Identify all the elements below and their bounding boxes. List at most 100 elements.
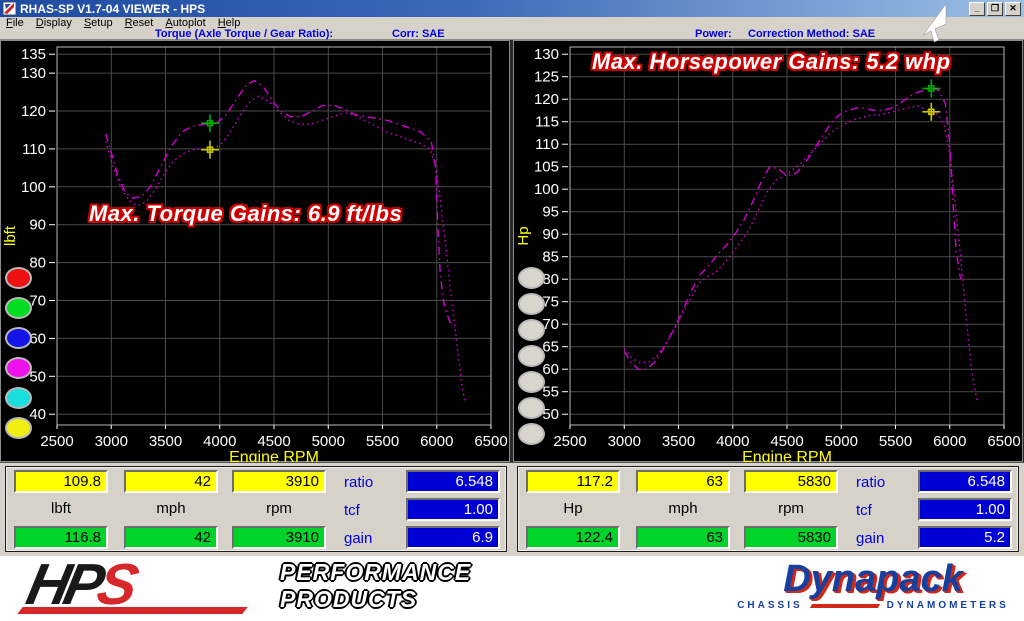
svg-text:4000: 4000 (716, 433, 749, 450)
svg-text:3500: 3500 (662, 433, 695, 450)
trace-color-button-blue[interactable] (5, 327, 32, 349)
svg-text:6000: 6000 (420, 433, 453, 450)
menu-item-setup[interactable]: Setup (78, 17, 119, 29)
svg-text:4000: 4000 (203, 433, 236, 450)
svg-text:5500: 5500 (366, 433, 399, 450)
power-rpm-yellow-value-field: 5830 (744, 470, 838, 493)
svg-text:80: 80 (29, 255, 46, 272)
svg-text:5000: 5000 (825, 433, 858, 450)
torque-ratio-label: ratio (344, 474, 373, 491)
trace-button-5[interactable] (518, 371, 545, 393)
torque-chart-panel[interactable]: 1351301201101009080706050402500300035004… (0, 40, 510, 462)
torque-chart[interactable]: 1351301201101009080706050402500300035004… (1, 41, 509, 463)
close-button[interactable]: ✕ (1005, 2, 1021, 16)
svg-text:3500: 3500 (149, 433, 182, 450)
svg-text:40: 40 (29, 406, 46, 423)
power-chart[interactable]: 1301251201151101051009590858075706560555… (514, 41, 1022, 463)
torque-tcf-label: tcf (344, 502, 360, 519)
data-panels-strip: 109.8lbft116.842mph423910rpm3910ratio6.5… (0, 462, 1024, 556)
dynapack-logo: Dynapack CHASSIS DYNAMOMETERS (728, 560, 1018, 611)
trace-color-button-green[interactable] (5, 297, 32, 319)
hps-logo-mark: HPS (28, 557, 266, 617)
svg-text:2500: 2500 (40, 433, 73, 450)
trace-color-button-red[interactable] (5, 267, 32, 289)
torque-ratio-value-field: 6.548 (406, 470, 500, 493)
svg-text:50: 50 (29, 368, 46, 385)
hps-logo: HPS PERFORMANCE PRODUCTS (28, 557, 471, 617)
torque-lbft-yellow-value-field: 109.8 (14, 470, 108, 493)
app-icon (3, 2, 16, 15)
data-panel-power: 117.2Hp122.463mph635830rpm5830ratio6.548… (517, 466, 1019, 552)
power-gain-label: gain (856, 530, 884, 547)
svg-text:55: 55 (542, 384, 559, 401)
trace-color-button-cyan[interactable] (5, 387, 32, 409)
menu-item-display[interactable]: Display (30, 17, 78, 29)
trace-button-1[interactable] (518, 267, 545, 289)
trace-button-7[interactable] (518, 423, 545, 445)
trace-button-2[interactable] (518, 293, 545, 315)
svg-text:120: 120 (534, 91, 559, 108)
torque-gain-value-field: 6.9 (406, 526, 500, 549)
mouse-cursor (920, 3, 950, 43)
trace-color-button-magenta[interactable] (5, 357, 32, 379)
svg-text:110: 110 (22, 141, 46, 158)
data-panel-torque: 109.8lbft116.842mph423910rpm3910ratio6.5… (5, 466, 507, 552)
minimize-button[interactable]: _ (969, 2, 985, 16)
power-mph-yellow-value-field: 63 (636, 470, 730, 493)
torque-tcf-value-field: 1.00 (406, 498, 500, 521)
power-tcf-label: tcf (856, 502, 872, 519)
svg-text:100: 100 (21, 179, 46, 196)
power-mph-green-value-field: 63 (636, 526, 730, 549)
svg-text:125: 125 (534, 69, 559, 86)
restore-button[interactable]: ❐ (987, 2, 1003, 16)
svg-text:5500: 5500 (879, 433, 912, 450)
power-chart-panel[interactable]: 1301251201151101051009590858075706560555… (513, 40, 1023, 462)
svg-text:6500: 6500 (474, 433, 507, 450)
title-bar[interactable]: RHAS-SP V1.7-04 VIEWER - HPS _ ❐ ✕ (0, 0, 1024, 17)
power-header-label: Power: (695, 28, 732, 40)
svg-text:Engine RPM: Engine RPM (229, 449, 319, 463)
power-unit-label-Hp: Hp (526, 500, 620, 517)
horsepower-gains-annotation: Max. Horsepower Gains: 5.2 whp (592, 49, 951, 75)
svg-text:110: 110 (535, 136, 559, 153)
svg-text:3000: 3000 (608, 433, 641, 450)
trace-button-4[interactable] (518, 345, 545, 367)
power-tcf-value-field: 1.00 (918, 498, 1012, 521)
svg-text:60: 60 (542, 361, 559, 378)
torque-mph-yellow-value-field: 42 (124, 470, 218, 493)
menu-item-file[interactable]: File (0, 17, 30, 29)
trace-color-button-yellow[interactable] (5, 417, 32, 439)
trace-button-6[interactable] (518, 397, 545, 419)
torque-unit-label-lbft: lbft (14, 500, 108, 517)
power-unit-label-rpm: rpm (744, 500, 838, 517)
svg-text:105: 105 (534, 159, 559, 176)
svg-text:Engine RPM: Engine RPM (742, 449, 832, 463)
svg-text:120: 120 (21, 103, 46, 120)
svg-text:65: 65 (542, 339, 559, 356)
logo-strip: HPS PERFORMANCE PRODUCTS Dynapack CHASSI… (0, 556, 1024, 621)
header-strip: Torque (Axle Torque / Gear Ratio): Corr:… (0, 29, 1024, 40)
dynapack-logo-subtitle: CHASSIS DYNAMOMETERS (728, 600, 1018, 611)
svg-text:95: 95 (542, 204, 559, 221)
power-rpm-green-value-field: 5830 (744, 526, 838, 549)
svg-text:90: 90 (29, 217, 46, 234)
svg-text:130: 130 (534, 46, 559, 63)
torque-unit-label-mph: mph (124, 500, 218, 517)
svg-text:2500: 2500 (553, 433, 586, 450)
menu-item-reset[interactable]: Reset (119, 17, 160, 29)
svg-text:115: 115 (535, 114, 559, 131)
svg-text:135: 135 (21, 46, 46, 63)
svg-text:3000: 3000 (95, 433, 128, 450)
trace-button-3[interactable] (518, 319, 545, 341)
svg-text:100: 100 (534, 181, 559, 198)
torque-header-label: Torque (Axle Torque / Gear Ratio): (155, 28, 333, 40)
power-Hp-green-value-field: 122.4 (526, 526, 620, 549)
svg-text:6000: 6000 (933, 433, 966, 450)
power-ratio-value-field: 6.548 (918, 470, 1012, 493)
chart-area: 1351301201101009080706050402500300035004… (0, 40, 1024, 462)
svg-text:4500: 4500 (257, 433, 290, 450)
torque-rpm-yellow-value-field: 3910 (232, 470, 326, 493)
svg-text:lbft: lbft (2, 225, 19, 246)
svg-text:85: 85 (542, 249, 559, 266)
svg-text:5000: 5000 (312, 433, 345, 450)
